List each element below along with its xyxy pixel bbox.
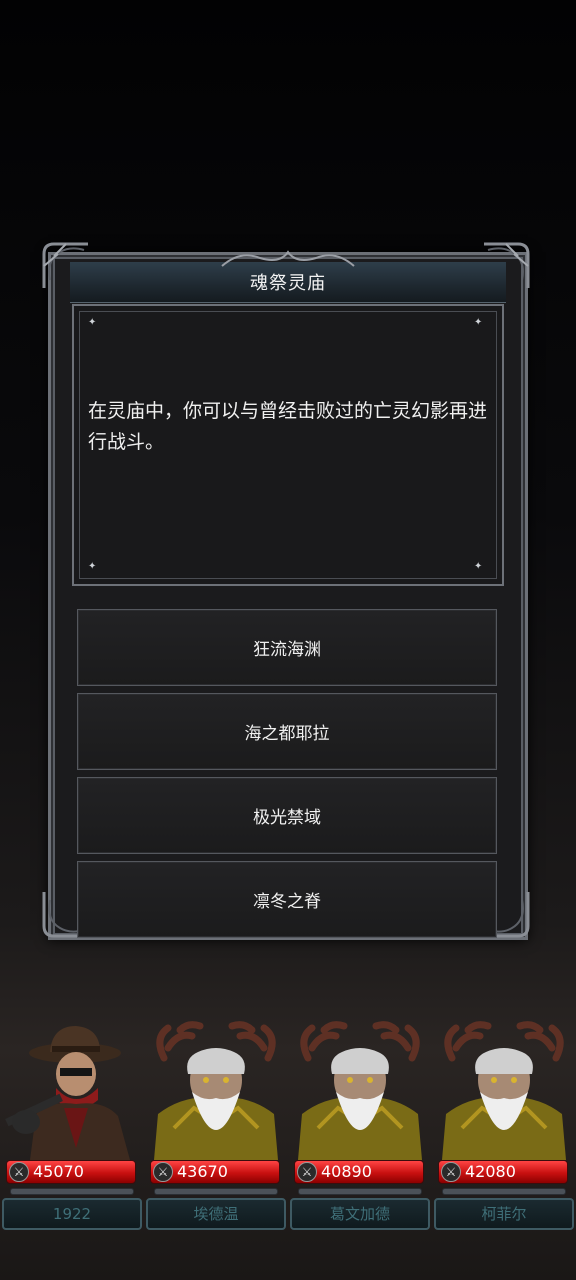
sword-icon: ⚔ (297, 1162, 317, 1182)
hero-name: 埃德温 (146, 1198, 286, 1230)
hp-bar: ⚔ 42080 (438, 1160, 568, 1184)
antlered-elder-portrait-icon (298, 1021, 422, 1160)
antlered-elder-portrait-icon (442, 1021, 566, 1160)
hp-value: 43670 (177, 1162, 228, 1181)
option-button-1[interactable]: 狂流海渊 (77, 609, 497, 686)
hero-name: 柯菲尔 (434, 1198, 574, 1230)
hp-bar: ⚔ 45070 (6, 1160, 136, 1184)
party-member-1[interactable]: ⚔ 45070 1922 (0, 1018, 144, 1232)
antlered-elder-portrait-icon (154, 1021, 278, 1160)
hero-name: 1922 (2, 1198, 142, 1230)
option-button-2[interactable]: 海之都耶拉 (77, 693, 497, 770)
party-member-4[interactable]: ⚔ 42080 柯菲尔 (432, 1018, 576, 1232)
xp-bar (154, 1188, 278, 1195)
dialog-title-bar: 魂祭灵庙 (70, 262, 506, 303)
party-member-2[interactable]: ⚔ 43670 埃德温 (144, 1018, 288, 1232)
option-button-4[interactable]: 凛冬之脊 (77, 861, 497, 938)
dialog-title: 魂祭灵庙 (250, 273, 326, 294)
xp-bar (298, 1188, 422, 1195)
title-ornament-icon (221, 250, 355, 267)
description-text: 在灵庙中，你可以与曾经击败过的亡灵幻影再进行战斗。 (88, 400, 488, 453)
hp-bar: ⚔ 43670 (150, 1160, 280, 1184)
hp-value: 42080 (465, 1162, 516, 1181)
cowboy-portrait-icon (5, 1026, 130, 1160)
sword-icon: ⚔ (441, 1162, 461, 1182)
sparkle-icon: ✦ (474, 561, 483, 572)
sword-icon: ⚔ (153, 1162, 173, 1182)
party-member-3[interactable]: ⚔ 40890 葛文加德 (288, 1018, 432, 1232)
hp-bar: ⚔ 40890 (294, 1160, 424, 1184)
sparkle-icon: ✦ (474, 317, 483, 328)
option-button-3[interactable]: 极光禁域 (77, 777, 497, 854)
hp-value: 45070 (33, 1162, 84, 1181)
hp-value: 40890 (321, 1162, 372, 1181)
sword-icon: ⚔ (9, 1162, 29, 1182)
xp-bar (442, 1188, 566, 1195)
sparkle-icon: ✦ (88, 317, 97, 328)
sparkle-icon: ✦ (88, 561, 97, 572)
xp-bar (10, 1188, 134, 1195)
hero-name: 葛文加德 (290, 1198, 430, 1230)
